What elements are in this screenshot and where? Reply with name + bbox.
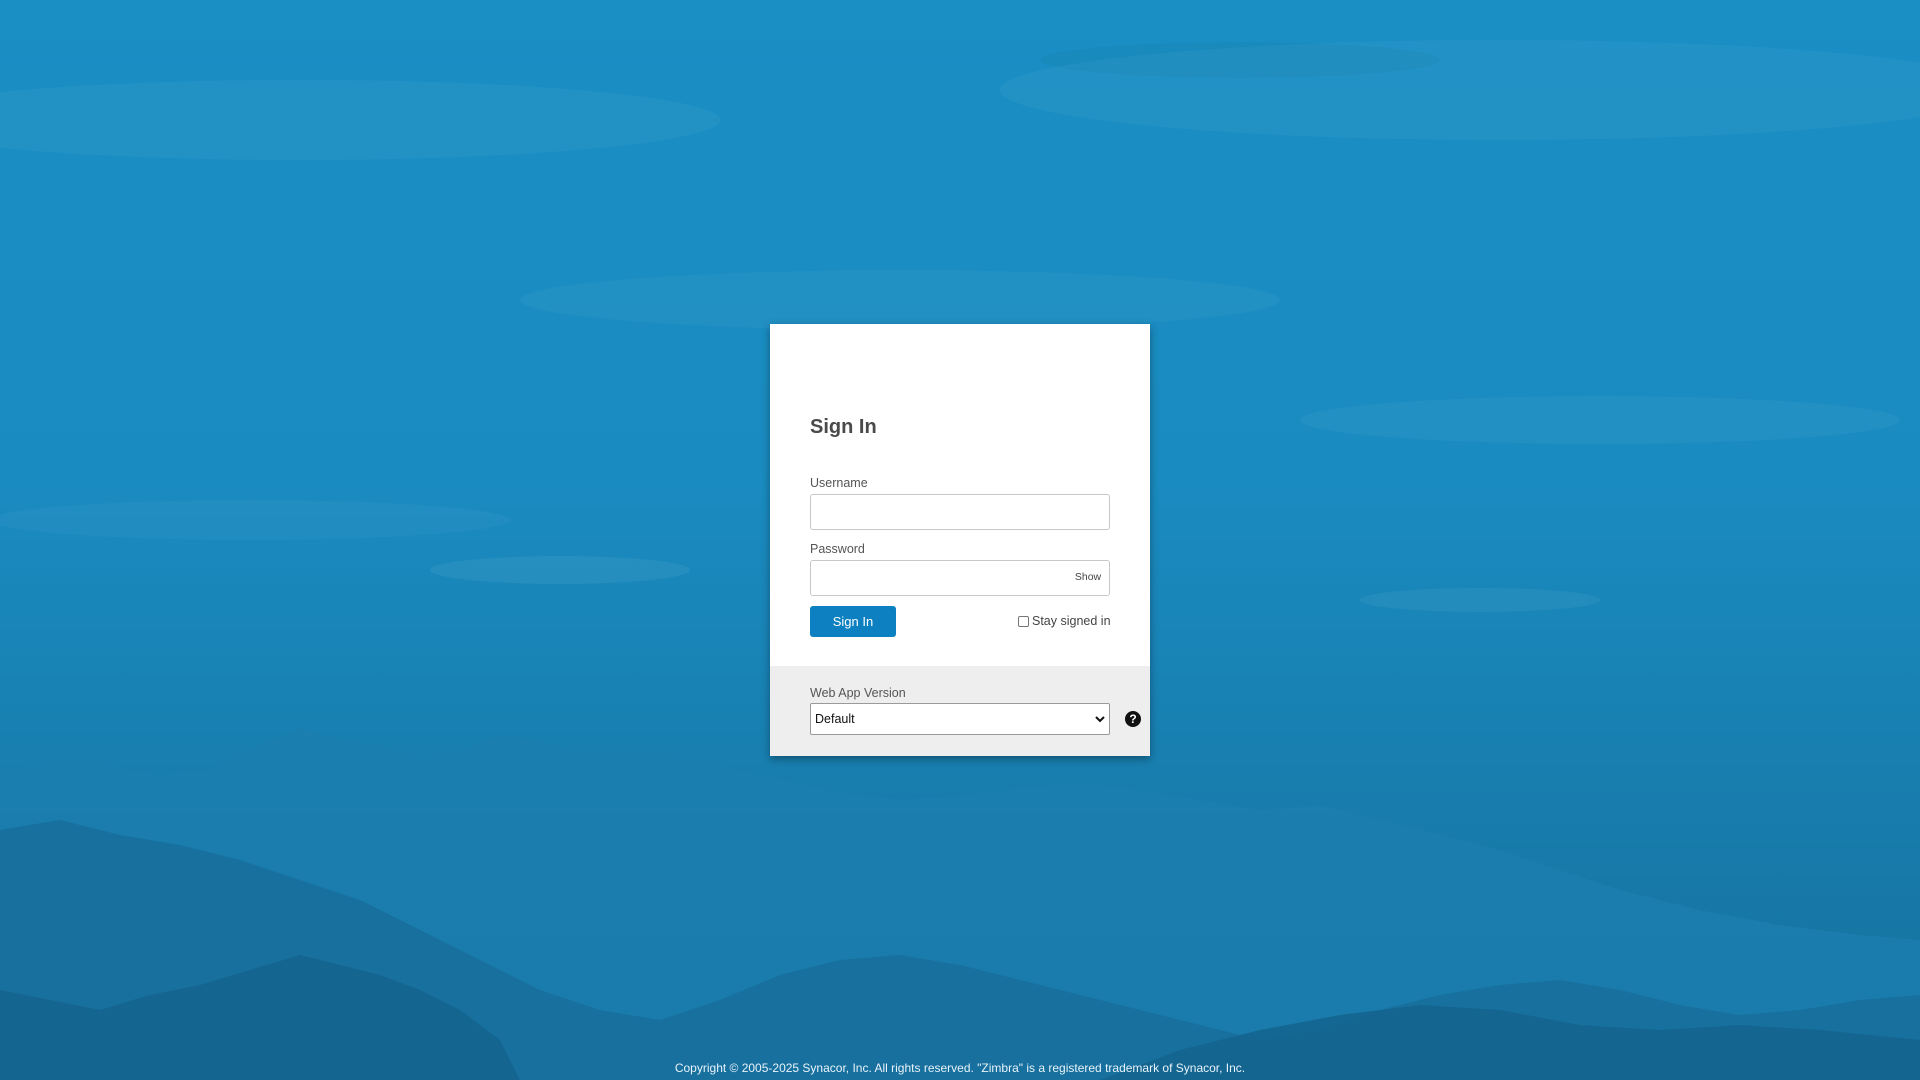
stay-signed-in-label: Stay signed in	[1032, 614, 1111, 628]
username-input[interactable]	[810, 494, 1110, 530]
stay-signed-in[interactable]: Stay signed in	[1018, 614, 1111, 628]
web-app-version-selected: Default	[815, 712, 855, 726]
stay-signed-in-checkbox[interactable]	[1018, 615, 1029, 627]
copyright-text: Copyright © 2005-2025 Synacor, Inc. All …	[674, 1061, 1246, 1075]
web-app-version-label: Web App Version	[810, 686, 906, 700]
show-password-button[interactable]: Show	[1070, 567, 1106, 587]
login-form: Sign In Username Password Show Sign In S…	[770, 324, 1150, 666]
password-label: Password	[810, 542, 865, 556]
password-input[interactable]	[810, 560, 1110, 596]
web-app-version-select[interactable]: Default	[810, 703, 1110, 735]
page-title: Sign In	[810, 416, 877, 438]
username-label: Username	[810, 476, 868, 490]
sign-in-button[interactable]: Sign In	[810, 606, 896, 637]
help-icon[interactable]: ?	[1125, 711, 1141, 727]
login-card: Sign In Username Password Show Sign In S…	[770, 324, 1150, 756]
version-section: Web App Version Default ?	[770, 666, 1150, 756]
chevron-down-icon	[1095, 716, 1105, 723]
